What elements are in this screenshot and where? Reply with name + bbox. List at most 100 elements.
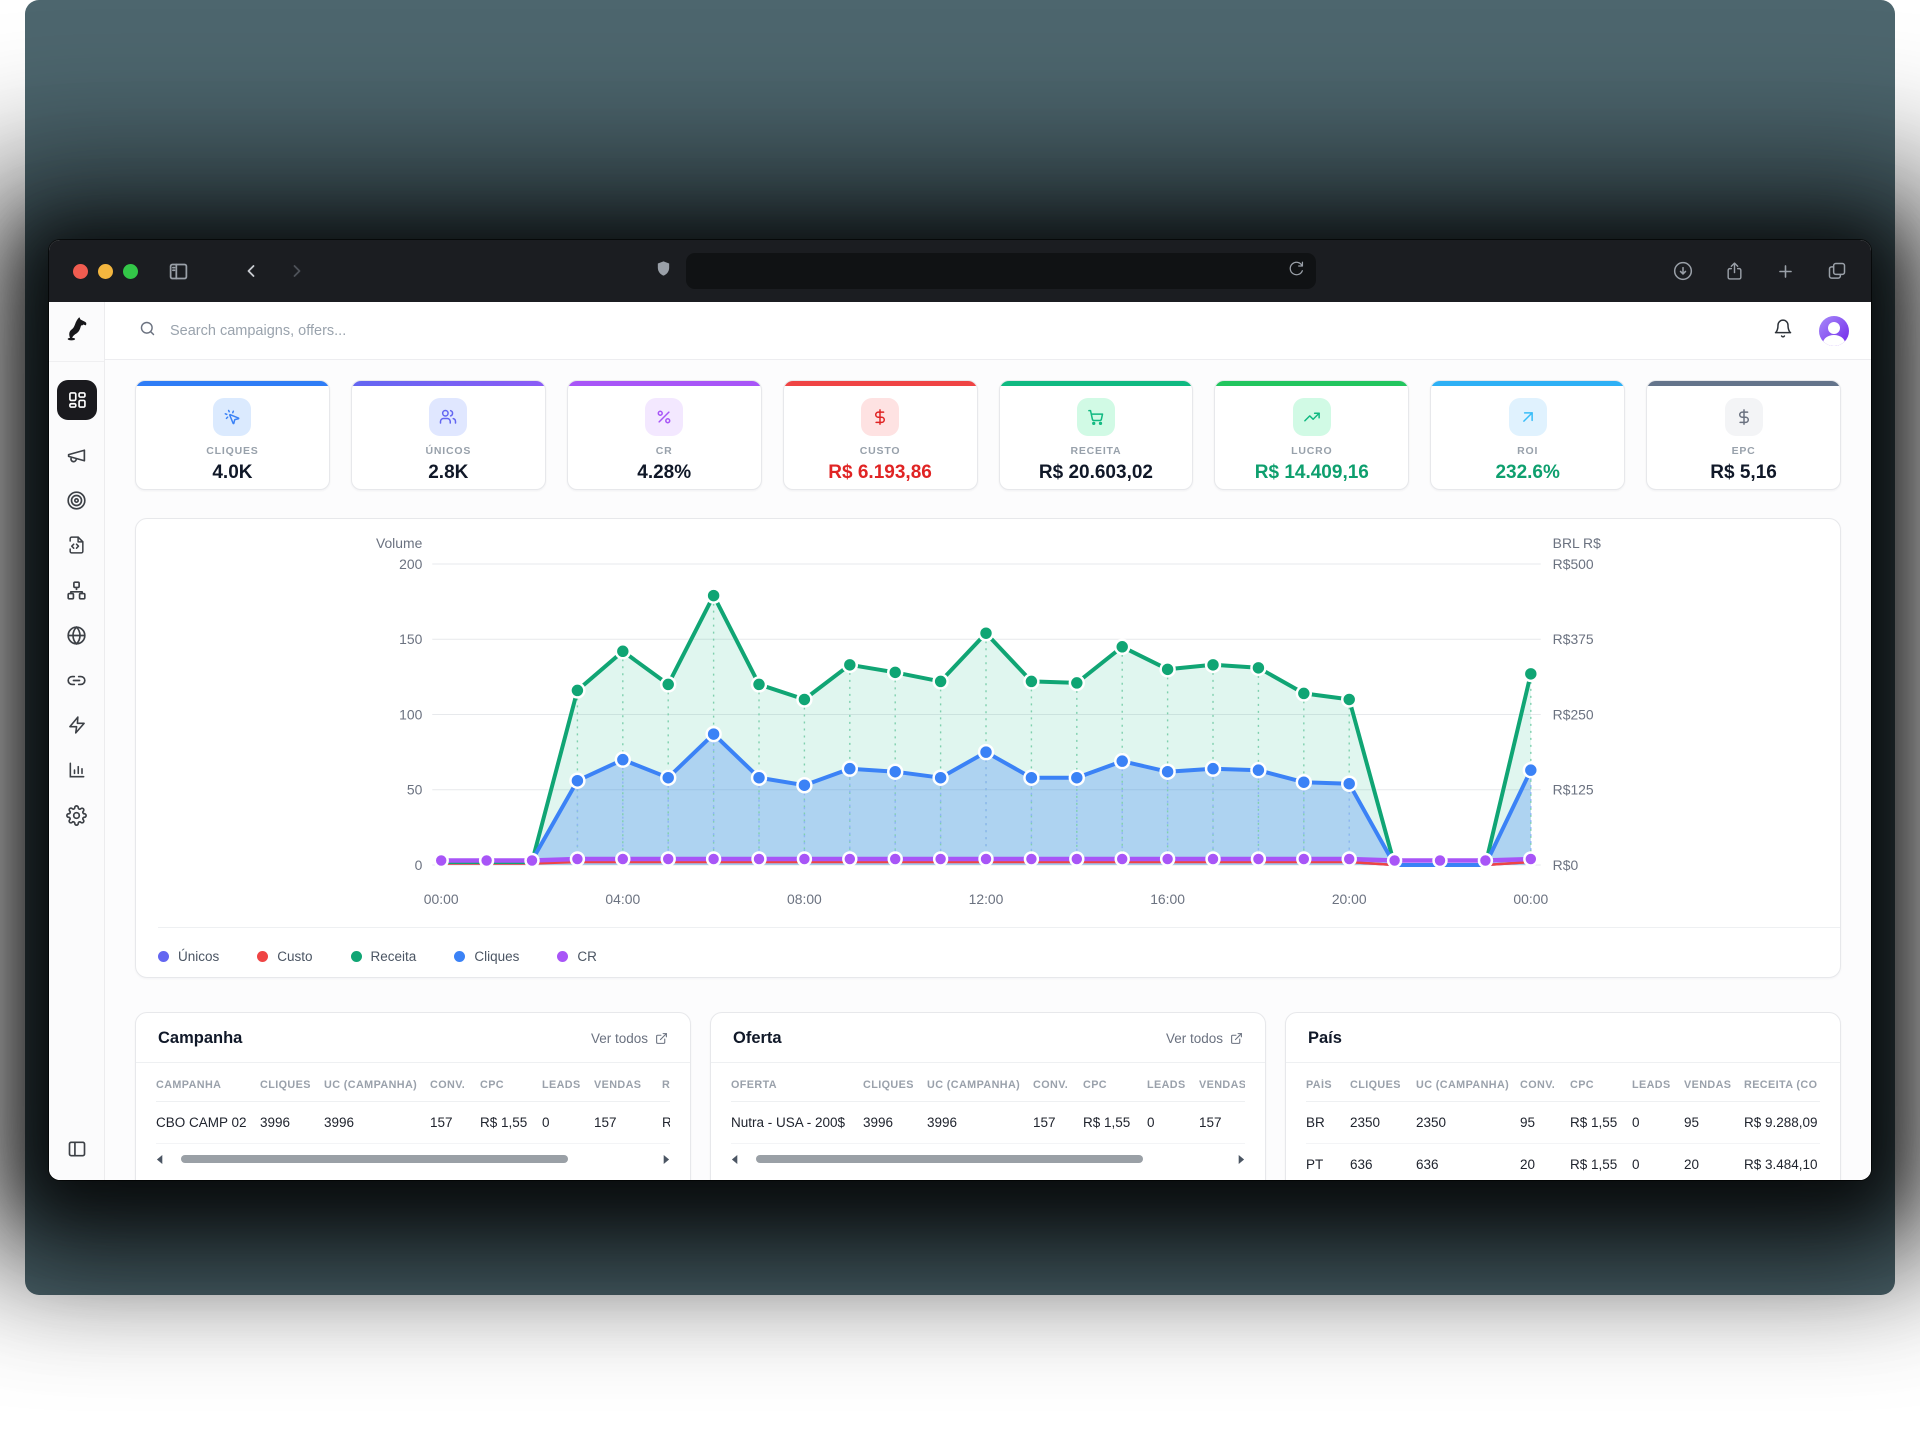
forward-icon[interactable] bbox=[287, 261, 307, 281]
scrollbar-thumb[interactable] bbox=[756, 1155, 1143, 1163]
svg-text:16:00: 16:00 bbox=[1150, 891, 1185, 907]
svg-text:12:00: 12:00 bbox=[969, 891, 1004, 907]
reload-icon[interactable] bbox=[1289, 261, 1304, 281]
scroll-right-icon[interactable] bbox=[661, 1155, 670, 1164]
left-axis: Volume050100150200 bbox=[376, 535, 423, 873]
app-logo bbox=[49, 302, 104, 362]
kpi-card[interactable]: ROI 232.6% bbox=[1430, 380, 1625, 490]
sidebar-collapse-icon[interactable] bbox=[67, 1139, 87, 1180]
column-header: UC (CAMPANHA) bbox=[927, 1079, 1033, 1091]
megaphone-icon[interactable] bbox=[65, 443, 89, 467]
kpi-accent-bar bbox=[1647, 381, 1840, 386]
pais-row[interactable]: PT63663620R$ 1,55020R$ 3.484,10 bbox=[1306, 1144, 1820, 1180]
legend-item[interactable]: Receita bbox=[351, 949, 417, 964]
new-tab-icon[interactable] bbox=[1776, 262, 1795, 281]
kpi-card[interactable]: LUCRO R$ 14.409,16 bbox=[1214, 380, 1409, 490]
search-input[interactable]: Search campaigns, offers... bbox=[139, 320, 1773, 342]
back-icon[interactable] bbox=[241, 261, 261, 281]
kpi-card[interactable]: RECEITA R$ 20.603,02 bbox=[999, 380, 1194, 490]
target-icon[interactable] bbox=[65, 488, 89, 512]
volume-brl-chart: Volume050100150200BRL R$R$0R$125R$250R$3… bbox=[136, 527, 1840, 927]
sidebar-toggle-icon[interactable] bbox=[168, 261, 189, 282]
dollar-icon bbox=[861, 398, 899, 436]
globe-icon[interactable] bbox=[65, 623, 89, 647]
campanha-hscrollbar bbox=[156, 1152, 670, 1166]
oferta-card: Oferta Ver todos OFERTACLIQUESUC (CAMPAN… bbox=[710, 1012, 1266, 1180]
kpi-card[interactable]: CLIQUES 4.0K bbox=[135, 380, 330, 490]
close-button[interactable] bbox=[73, 264, 88, 279]
kpi-card[interactable]: EPC R$ 5,16 bbox=[1646, 380, 1841, 490]
kpi-value: 232.6% bbox=[1495, 462, 1559, 484]
oferta-ver-todos-link[interactable]: Ver todos bbox=[1166, 1031, 1243, 1046]
oferta-hscrollbar bbox=[731, 1152, 1245, 1166]
scroll-left-icon[interactable] bbox=[731, 1155, 740, 1164]
legend-item[interactable]: Únicos bbox=[158, 949, 219, 964]
kpi-accent-bar bbox=[136, 381, 329, 386]
minimize-button[interactable] bbox=[98, 264, 113, 279]
search-placeholder: Search campaigns, offers... bbox=[170, 323, 346, 339]
zoom-button[interactable] bbox=[123, 264, 138, 279]
link-icon[interactable] bbox=[65, 668, 89, 692]
lightning-icon[interactable] bbox=[65, 713, 89, 737]
svg-text:R$500: R$500 bbox=[1553, 556, 1594, 572]
oferta-header-row: OFERTACLIQUESUC (CAMPANHA)CONV.CPCLEADSV… bbox=[731, 1067, 1245, 1102]
pais-row[interactable]: BR2350235095R$ 1,55095R$ 9.288,09 bbox=[1306, 1102, 1820, 1144]
pais-title: País bbox=[1308, 1029, 1342, 1048]
column-header: UC (CAMPANHA) bbox=[1416, 1079, 1520, 1091]
column-header: CPC bbox=[1083, 1079, 1147, 1091]
column-header: CONV. bbox=[430, 1079, 480, 1091]
chart-legend: Únicos Custo Receita bbox=[158, 927, 1840, 973]
kpi-label: LUCRO bbox=[1291, 445, 1332, 457]
sidebar-nav bbox=[49, 362, 104, 1139]
legend-dot bbox=[158, 951, 169, 962]
kpi-card[interactable]: CR 4.28% bbox=[567, 380, 762, 490]
legend-item[interactable]: CR bbox=[557, 949, 597, 964]
share-icon[interactable] bbox=[1725, 261, 1744, 281]
kpi-accent-bar bbox=[568, 381, 761, 386]
kpi-label: ÚNICOS bbox=[425, 445, 471, 457]
notifications-bell-icon[interactable] bbox=[1773, 318, 1793, 344]
column-header: CONV. bbox=[1033, 1079, 1083, 1091]
breakdown-tables: Campanha Ver todos CAMPANHACLIQUESUC (CA… bbox=[135, 1012, 1841, 1180]
svg-text:Volume: Volume bbox=[376, 535, 423, 551]
code-file-icon[interactable] bbox=[65, 533, 89, 557]
campanha-row[interactable]: CBO CAMP 0239963996157R$ 1,550157R bbox=[156, 1102, 670, 1144]
settings-icon[interactable] bbox=[65, 803, 89, 827]
search-icon bbox=[139, 320, 156, 342]
kpi-card[interactable]: ÚNICOS 2.8K bbox=[351, 380, 546, 490]
x-axis: 00:0004:0008:0012:0016:0020:0000:00 bbox=[424, 891, 1549, 907]
url-bar[interactable] bbox=[686, 253, 1316, 289]
user-avatar[interactable] bbox=[1819, 316, 1849, 346]
svg-text:00:00: 00:00 bbox=[424, 891, 459, 907]
pais-card: País PAÍSCLIQUESUC (CAMPANHA)CONV.CPCLEA… bbox=[1285, 1012, 1841, 1180]
browser-window: Search campaigns, offers... bbox=[49, 240, 1871, 1180]
privacy-shield-icon[interactable] bbox=[655, 259, 672, 283]
campanha-ver-todos-link[interactable]: Ver todos bbox=[591, 1031, 668, 1046]
legend-label: CR bbox=[577, 949, 597, 964]
legend-item[interactable]: Cliques bbox=[454, 949, 519, 964]
legend-item[interactable]: Custo bbox=[257, 949, 312, 964]
scroll-right-icon[interactable] bbox=[1236, 1155, 1245, 1164]
download-icon[interactable] bbox=[1673, 261, 1693, 281]
column-header: LEADS bbox=[1147, 1079, 1199, 1091]
legend-dot bbox=[257, 951, 268, 962]
kpi-card[interactable]: CUSTO R$ 6.193,86 bbox=[783, 380, 978, 490]
kpi-accent-bar bbox=[784, 381, 977, 386]
column-header: CAMPANHA bbox=[156, 1079, 260, 1091]
campanha-header-row: CAMPANHACLIQUESUC (CAMPANHA)CONV.CPCLEAD… bbox=[156, 1067, 670, 1102]
column-header: VENDAS bbox=[1199, 1079, 1245, 1091]
legend-dot bbox=[351, 951, 362, 962]
scroll-left-icon[interactable] bbox=[156, 1155, 165, 1164]
bar-chart-icon[interactable] bbox=[65, 758, 89, 782]
column-header: OFERTA bbox=[731, 1079, 863, 1091]
svg-text:50: 50 bbox=[407, 782, 423, 798]
scrollbar-thumb[interactable] bbox=[181, 1155, 568, 1163]
oferta-row[interactable]: Nutra - USA - 200$39963996157R$ 1,550157 bbox=[731, 1102, 1245, 1144]
kpi-accent-bar bbox=[1215, 381, 1408, 386]
tab-overview-icon[interactable] bbox=[1827, 261, 1847, 281]
kpi-value: R$ 5,16 bbox=[1710, 462, 1777, 484]
sitemap-icon[interactable] bbox=[65, 578, 89, 602]
grid-icon[interactable] bbox=[57, 380, 97, 420]
svg-text:R$125: R$125 bbox=[1553, 782, 1594, 798]
column-header: CPC bbox=[1570, 1079, 1632, 1091]
